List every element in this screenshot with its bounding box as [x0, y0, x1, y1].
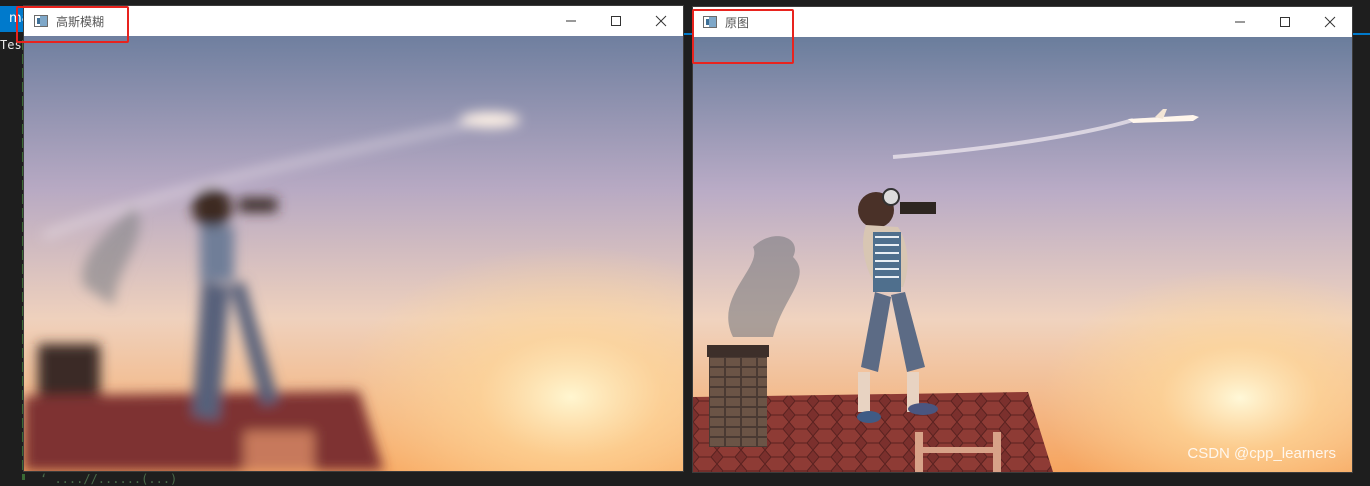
window-original[interactable]: 原图 CSDN @cpp_learners [693, 7, 1352, 472]
window-blurred[interactable]: 高斯模糊 [24, 6, 683, 471]
minimize-icon [1234, 21, 1245, 23]
maximize-button[interactable] [1262, 7, 1307, 37]
close-button[interactable] [1307, 7, 1352, 37]
close-icon [1324, 16, 1335, 28]
close-icon [655, 15, 666, 27]
image-canvas-original [693, 37, 1352, 472]
maximize-icon [1279, 17, 1290, 27]
image-canvas-blurred [24, 36, 683, 471]
title-highlight-box [16, 6, 129, 43]
window-controls [1217, 7, 1352, 37]
minimize-button[interactable] [548, 6, 593, 36]
maximize-button[interactable] [593, 6, 638, 36]
minimize-button[interactable] [1217, 7, 1262, 37]
minimize-icon [565, 20, 576, 22]
watermark: CSDN @cpp_learners [1187, 445, 1336, 462]
title-highlight-box [692, 9, 794, 64]
ide-bottom-code: ‘ ....//......(...) [40, 472, 178, 486]
close-button[interactable] [638, 6, 683, 36]
maximize-icon [610, 16, 621, 26]
window-controls [548, 6, 683, 36]
